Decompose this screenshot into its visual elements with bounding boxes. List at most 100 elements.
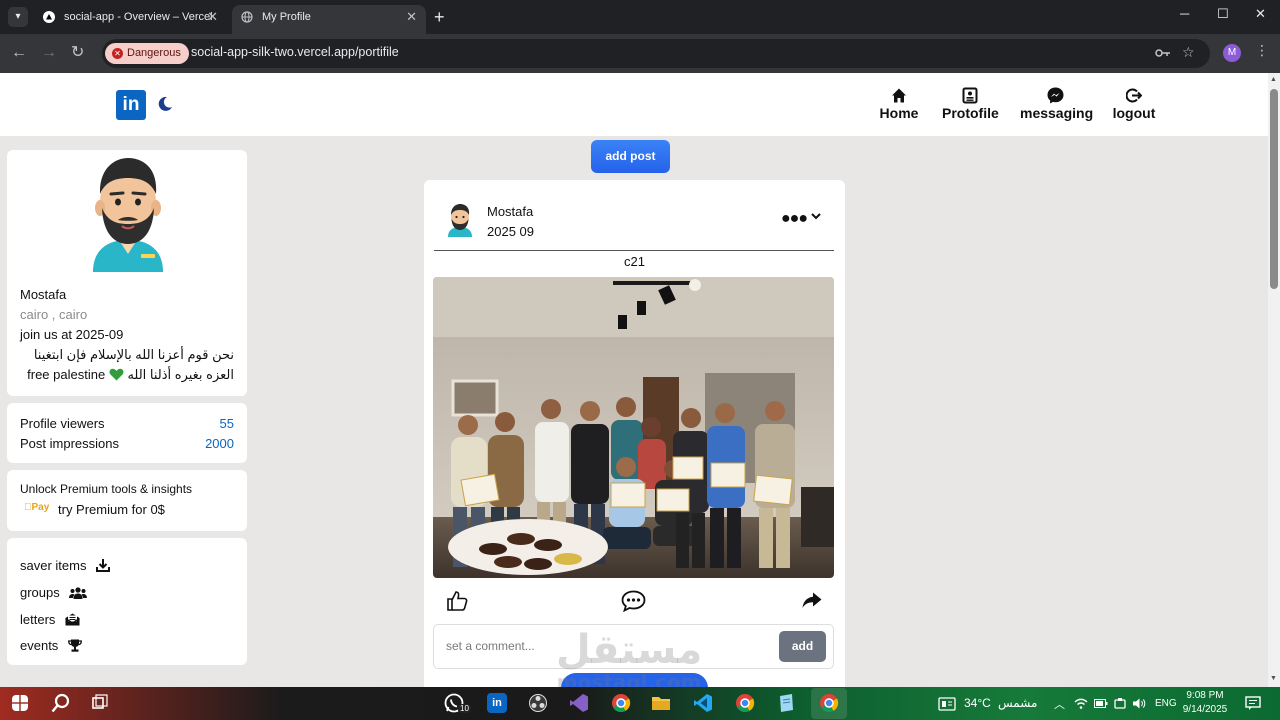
- bio-arabic: العزه بغيره أذلنا الله: [127, 367, 234, 382]
- groups-link[interactable]: groups: [20, 585, 88, 600]
- close-tab-icon[interactable]: ✕: [406, 5, 417, 29]
- whatsapp-badge: 10: [458, 704, 471, 713]
- notifications-icon[interactable]: [1245, 696, 1261, 711]
- tab-vercel[interactable]: social-app - Overview – Vercel ✕: [34, 5, 227, 34]
- post-divider: [434, 250, 834, 251]
- maximize-icon[interactable]: ☐: [1217, 6, 1229, 22]
- nav-home[interactable]: Home: [878, 86, 920, 121]
- nav-protofile[interactable]: Protofile: [942, 86, 999, 121]
- bio-english: free palestine: [27, 367, 106, 382]
- home-icon: [892, 88, 906, 103]
- profile-joined: join us at 2025-09: [20, 327, 124, 342]
- linkedin-logo[interactable]: in: [116, 90, 146, 120]
- post-text: c21: [624, 254, 645, 269]
- profile-viewers-label[interactable]: Profile viewers: [20, 416, 105, 431]
- share-icon[interactable]: [802, 592, 822, 609]
- add-post-button[interactable]: add post: [591, 140, 670, 173]
- events-link[interactable]: events: [20, 638, 82, 653]
- bookmark-star-icon[interactable]: ☆: [1182, 44, 1195, 61]
- add-comment-button[interactable]: add: [779, 631, 826, 662]
- clock-time: 9:08 PM: [1186, 690, 1224, 701]
- address-bar[interactable]: ✕ Dangerous social-app-silk-two.vercel.a…: [102, 39, 1210, 68]
- post-author[interactable]: Mostafa: [487, 204, 533, 219]
- new-tab-button[interactable]: +: [434, 6, 445, 28]
- link-label: letters: [20, 612, 56, 627]
- profile-avatar[interactable]: [85, 154, 171, 272]
- linkedin-app-icon[interactable]: in: [487, 693, 507, 713]
- security-warning-chip[interactable]: ✕ Dangerous: [105, 43, 189, 64]
- obs-icon[interactable]: [528, 693, 548, 713]
- profile-bio-line1: نحن قوم أعزنا الله بالإسلام فإن ابتغينا: [33, 347, 234, 362]
- page-scrollbar[interactable]: ▲ ▼: [1268, 73, 1280, 687]
- trophy-icon: [67, 639, 82, 652]
- scroll-down-icon[interactable]: ▼: [1270, 675, 1277, 682]
- dark-mode-moon-icon[interactable]: [157, 96, 173, 112]
- tab-search-button[interactable]: ▾: [8, 7, 28, 27]
- letters-link[interactable]: letters: [20, 612, 80, 627]
- profile-name: Mostafa: [20, 287, 67, 302]
- clock-date: 9/14/2025: [1182, 704, 1228, 715]
- comment-icon[interactable]: [621, 590, 646, 612]
- browser-profile-avatar[interactable]: M: [1223, 44, 1241, 62]
- chrome-icon[interactable]: [611, 693, 631, 713]
- profile-card: Mostafa cairo , cairo join us at 2025-09…: [7, 150, 247, 396]
- visual-studio-icon[interactable]: [569, 693, 589, 713]
- security-label: Dangerous: [127, 47, 181, 59]
- close-tab-icon[interactable]: ✕: [207, 5, 218, 29]
- forward-icon[interactable]: →: [41, 42, 57, 64]
- premium-card: Unlock Premium tools & insights Pay try…: [7, 470, 247, 531]
- chrome-profile-icon[interactable]: [735, 693, 755, 713]
- browser-tab-bar: ▾ social-app - Overview – Vercel ✕ My Pr…: [0, 0, 1280, 34]
- saver-items-link[interactable]: saver items: [20, 558, 111, 573]
- volume-icon[interactable]: [1132, 697, 1146, 710]
- post-impressions-value: 2000: [205, 436, 234, 451]
- file-explorer-icon[interactable]: [651, 693, 671, 713]
- location-icon[interactable]: [1114, 697, 1126, 710]
- task-view-icon[interactable]: [90, 693, 110, 713]
- close-window-icon[interactable]: ✕: [1255, 6, 1266, 22]
- post-card: Mostafa 2025 09 ●●● c21 set a comment...…: [424, 180, 845, 703]
- password-key-icon[interactable]: [1155, 47, 1171, 59]
- vscode-icon[interactable]: [693, 693, 713, 713]
- premium-title: Unlock Premium tools & insights: [20, 482, 193, 496]
- post-photo[interactable]: [433, 277, 834, 578]
- mostaql-watermark: مستقل mostaql.com: [556, 628, 702, 692]
- language-indicator[interactable]: ENG: [1155, 698, 1177, 709]
- back-icon[interactable]: ←: [11, 42, 27, 64]
- logout-icon: [1126, 88, 1142, 103]
- url-text[interactable]: social-app-silk-two.vercel.app/portifile: [191, 45, 399, 59]
- reload-icon[interactable]: ↻: [71, 42, 84, 64]
- app-header: in Home Protofile messaging logout: [0, 73, 1268, 136]
- scroll-up-icon[interactable]: ▲: [1270, 76, 1277, 83]
- weather-desc[interactable]: مشمس: [998, 696, 1037, 710]
- scrollbar-thumb[interactable]: [1270, 89, 1278, 289]
- widgets-icon[interactable]: [938, 697, 956, 711]
- profile-bio-line2: العزه بغيره أذلنا الله free palestine: [20, 367, 234, 383]
- system-clock[interactable]: 9:08 PM 9/14/2025: [1180, 689, 1230, 717]
- nav-label: messaging: [1020, 105, 1094, 121]
- windows-start-icon[interactable]: [12, 695, 28, 711]
- post-author-avatar[interactable]: [446, 203, 474, 237]
- vercel-icon: [43, 11, 55, 23]
- try-premium-link[interactable]: try Premium for 0$: [58, 502, 165, 517]
- profile-card-icon: [962, 87, 978, 104]
- weather-temp[interactable]: 34°C: [964, 696, 991, 710]
- tab-my-profile[interactable]: My Profile ✕: [232, 5, 426, 34]
- minimize-icon[interactable]: ─: [1180, 6, 1189, 21]
- like-icon[interactable]: [446, 590, 468, 612]
- show-hidden-icons[interactable]: ︿: [1054, 696, 1065, 712]
- nav-messaging[interactable]: messaging: [1020, 86, 1094, 121]
- chrome-active-icon[interactable]: [819, 693, 839, 713]
- chevron-down-icon[interactable]: [811, 213, 821, 220]
- battery-icon[interactable]: [1094, 699, 1108, 708]
- more-options-icon[interactable]: ●●●: [781, 210, 808, 228]
- search-icon[interactable]: [51, 693, 71, 713]
- post-impressions-label[interactable]: Post impressions: [20, 436, 119, 451]
- browser-menu-icon[interactable]: ⋮: [1255, 42, 1269, 59]
- shortcuts-card: saver items groups letters events: [7, 538, 247, 665]
- nav-logout[interactable]: logout: [1112, 86, 1156, 121]
- wifi-icon[interactable]: [1074, 698, 1088, 709]
- notepad-icon[interactable]: [776, 693, 796, 713]
- windows-taskbar: 10 in 34°C مشمس ︿ ENG 9:08 PM 9/14/2025: [0, 687, 1280, 720]
- browser-toolbar: ← → ↻ ✕ Dangerous social-app-silk-two.ve…: [0, 34, 1280, 73]
